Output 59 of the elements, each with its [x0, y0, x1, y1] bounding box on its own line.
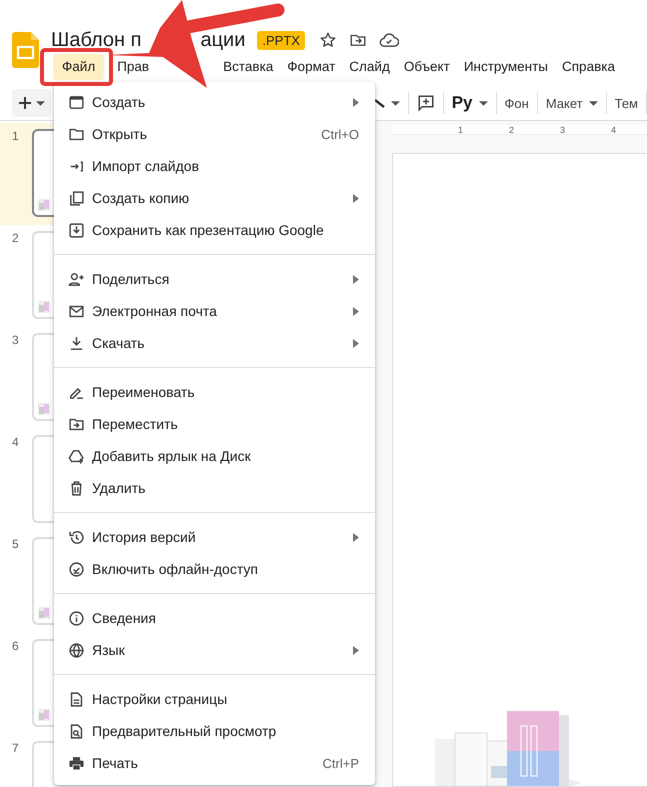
caret-icon [478, 100, 488, 106]
printer-icon [68, 754, 84, 772]
menu-item[interactable]: Включить офлайн-доступ [54, 553, 375, 585]
slide-number: 1 [11, 129, 20, 143]
slide-number: 2 [11, 231, 20, 245]
menu-bar-item[interactable]: Объект [396, 56, 457, 78]
download-box-icon [68, 222, 84, 238]
plus-icon [18, 96, 32, 110]
slide-thumbnail[interactable] [32, 129, 56, 217]
add-comment-icon[interactable] [416, 94, 435, 112]
globe-icon [68, 642, 84, 658]
menu-bar-item[interactable]: Вставка [216, 56, 280, 78]
menu-item[interactable]: Настройки страницы [54, 683, 375, 715]
slide-number: 3 [11, 333, 20, 347]
document-title[interactable]: Шаблон п [51, 28, 142, 52]
menu-item[interactable]: Скачать [54, 327, 375, 359]
menu-bar-item[interactable]: Инструменты [456, 56, 555, 78]
new-slide-button[interactable] [12, 89, 51, 117]
ruler-number: 2 [508, 124, 514, 134]
ruler-number: 3 [558, 124, 565, 134]
caret-icon [588, 100, 598, 106]
toolbar-dropdown[interactable]: Макет [546, 96, 583, 110]
keyboard-shortcut: Ctrl+O [321, 126, 359, 142]
slide-number: 5 [11, 537, 20, 551]
star-icon[interactable] [318, 31, 337, 49]
menu-item[interactable]: Сведения [54, 602, 375, 634]
file-type-badge: .PPTX [257, 30, 305, 50]
slide-number: 6 [11, 639, 20, 653]
drive-plus-icon [68, 448, 84, 464]
cloud-check-icon[interactable] [378, 31, 399, 49]
person-plus-icon [68, 270, 84, 288]
slide-number: 7 [11, 741, 20, 755]
slide-number: 4 [11, 435, 20, 449]
menu-bar-item[interactable]: Формат [280, 56, 342, 78]
menu-bar-item[interactable]: Прав [110, 56, 156, 78]
menu-bar-item[interactable]: Слайд [342, 56, 397, 78]
menu-item[interactable]: Переименовать [54, 376, 375, 408]
copy-icon [68, 190, 84, 206]
input-tools-button[interactable]: Ру [452, 93, 473, 113]
menu-item[interactable]: Поделиться [54, 263, 375, 295]
line-icon[interactable] [374, 98, 385, 108]
ruler-number: 1 [456, 124, 463, 134]
caret-icon [390, 100, 400, 106]
menu-item[interactable]: Электронная почта [54, 295, 375, 327]
slides-logo-icon [12, 32, 39, 68]
menu-bar-item[interactable]: Справка [555, 56, 622, 78]
document-title[interactable]: ации [200, 28, 246, 52]
check-circle-icon [68, 560, 84, 578]
caret-icon [36, 100, 45, 106]
ruler-number: 4 [610, 124, 616, 134]
toolbar-button[interactable]: Фон [504, 96, 529, 110]
history-icon [68, 528, 84, 546]
menu-item[interactable]: Язык [54, 634, 375, 666]
window-icon [68, 94, 84, 110]
menu-bar-item[interactable]: Файл [53, 54, 104, 80]
keyboard-shortcut: Ctrl+P [322, 756, 359, 770]
info-icon [68, 610, 84, 626]
menu-item[interactable]: Создать [54, 86, 375, 118]
toolbar-button[interactable]: Тем [614, 96, 638, 110]
